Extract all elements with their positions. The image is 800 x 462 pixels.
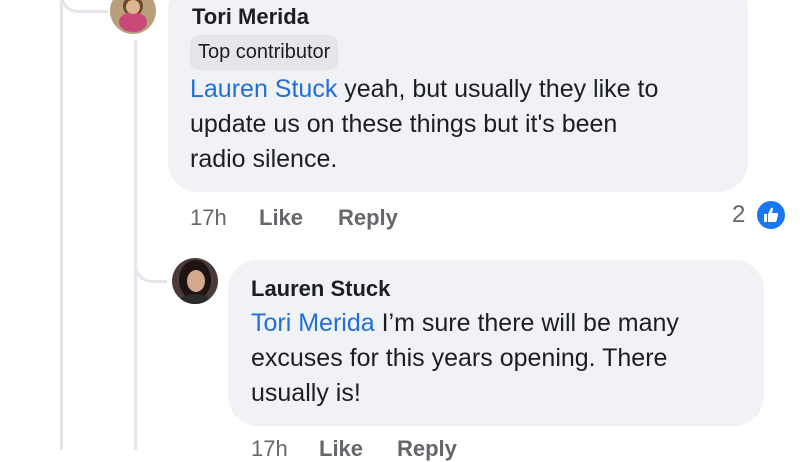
comment-text-line: I’m sure there will be many	[374, 309, 679, 337]
comment-text-line: usually is!	[251, 379, 361, 407]
comment-author[interactable]: Tori Merida	[192, 4, 309, 30]
comment-timestamp[interactable]: 17h	[190, 205, 227, 231]
reaction-count[interactable]: 2	[732, 201, 745, 229]
avatar[interactable]	[110, 0, 156, 34]
mention-link[interactable]: Tori Merida	[251, 309, 375, 337]
avatar[interactable]	[172, 258, 218, 304]
comment-text-line: excuses for this years opening. There	[251, 344, 668, 372]
avatar-photo	[110, 0, 156, 34]
avatar-photo	[172, 258, 218, 304]
like-button[interactable]: Like	[319, 436, 363, 462]
thumb-glyph	[764, 207, 779, 222]
like-button[interactable]: Like	[259, 205, 303, 231]
comment-timestamp[interactable]: 17h	[251, 436, 288, 462]
like-thumb-icon[interactable]	[755, 199, 787, 231]
thread-line-outer	[60, 0, 63, 450]
comment-text-line: radio silence.	[190, 145, 338, 173]
thread-line-reply	[134, 40, 137, 450]
mention-link[interactable]: Lauren Stuck	[190, 75, 337, 103]
comment-author[interactable]: Lauren Stuck	[251, 276, 390, 302]
comment-connector	[60, 0, 108, 13]
top-contributor-badge: Top contributor	[190, 35, 339, 70]
reply-connector	[134, 250, 167, 283]
comment-text: Lauren Stuck yeah, but usually they like…	[190, 72, 658, 177]
comment-text-line: update us on these things but it's been	[190, 110, 618, 138]
reply-button[interactable]: Reply	[338, 205, 398, 231]
comment-text-line: yeah, but usually they like to	[337, 75, 659, 103]
reply-button[interactable]: Reply	[397, 436, 457, 462]
comment-text: Tori Merida I’m sure there will be many …	[251, 306, 679, 411]
